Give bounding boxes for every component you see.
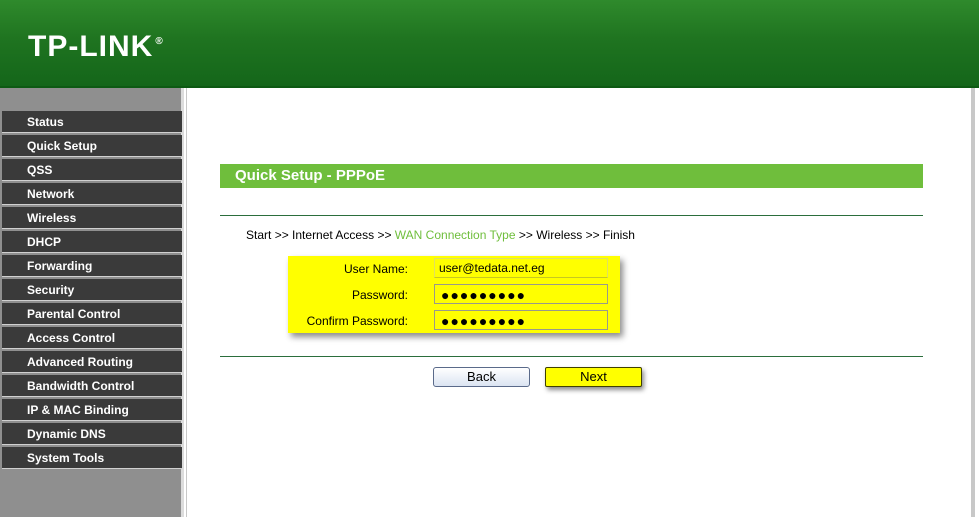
breadcrumb-wan-connection-type: WAN Connection Type — [394, 228, 516, 242]
sidebar-item-advanced-routing[interactable]: Advanced Routing — [2, 351, 182, 373]
sidebar-item-status[interactable]: Status — [2, 111, 182, 133]
pppoe-credentials-form: User Name: Password: ●●●●●●●●● Confirm P… — [288, 256, 620, 333]
password-field[interactable]: ●●●●●●●●● — [434, 284, 608, 304]
username-label: User Name: — [343, 262, 408, 276]
confirm-password-field[interactable]: ●●●●●●●●● — [434, 310, 608, 330]
sidebar: Status Quick Setup QSS Network Wireless … — [0, 88, 184, 517]
breadcrumb-separator: >> — [585, 228, 600, 242]
sidebar-item-system-tools[interactable]: System Tools — [2, 447, 182, 469]
divider-bottom — [220, 356, 923, 357]
breadcrumb-separator: >> — [377, 228, 392, 242]
password-row: Password: ●●●●●●●●● — [288, 283, 620, 307]
breadcrumb-separator: >> — [274, 228, 289, 242]
next-button[interactable]: Next — [545, 367, 642, 387]
sidebar-item-access-control[interactable]: Access Control — [2, 327, 182, 349]
confirm-password-label: Confirm Password: — [306, 314, 408, 328]
sidebar-item-security[interactable]: Security — [2, 279, 182, 301]
breadcrumb-start: Start — [246, 228, 272, 242]
page-title: Quick Setup - PPPoE — [220, 164, 923, 188]
main-panel: Quick Setup - PPPoE Start >> Internet Ac… — [186, 88, 975, 517]
sidebar-item-qss[interactable]: QSS — [2, 159, 182, 181]
sidebar-item-quick-setup[interactable]: Quick Setup — [2, 135, 182, 157]
breadcrumb-wireless: Wireless — [536, 228, 583, 242]
password-mask: ●●●●●●●●● — [441, 287, 527, 303]
confirm-password-mask: ●●●●●●●●● — [441, 313, 527, 329]
sidebar-item-dhcp[interactable]: DHCP — [2, 231, 182, 253]
password-label: Password: — [351, 288, 408, 302]
registered-mark: ® — [155, 36, 164, 47]
sidebar-item-bandwidth-control[interactable]: Bandwidth Control — [2, 375, 182, 397]
breadcrumb: Start >> Internet Access >> WAN Connecti… — [246, 228, 635, 242]
brand-name: TP-LINK — [28, 30, 154, 63]
back-button[interactable]: Back — [433, 367, 530, 387]
sidebar-item-ip-mac-binding[interactable]: IP & MAC Binding — [2, 399, 182, 421]
breadcrumb-finish: Finish — [602, 228, 635, 242]
breadcrumb-separator: >> — [518, 228, 533, 242]
username-row: User Name: — [288, 257, 620, 281]
confirm-password-row: Confirm Password: ●●●●●●●●● — [288, 309, 620, 333]
breadcrumb-internet-access: Internet Access — [292, 228, 375, 242]
username-field[interactable] — [434, 258, 608, 278]
sidebar-item-network[interactable]: Network — [2, 183, 182, 205]
header-banner: TP-LINK ® — [0, 0, 979, 88]
tp-link-logo: TP-LINK ® — [28, 30, 164, 64]
sidebar-item-wireless[interactable]: Wireless — [2, 207, 182, 229]
sidebar-menu: Status Quick Setup QSS Network Wireless … — [2, 111, 182, 471]
sidebar-item-dynamic-dns[interactable]: Dynamic DNS — [2, 423, 182, 445]
sidebar-item-forwarding[interactable]: Forwarding — [2, 255, 182, 277]
divider-top — [220, 215, 923, 216]
sidebar-item-parental-control[interactable]: Parental Control — [2, 303, 182, 325]
